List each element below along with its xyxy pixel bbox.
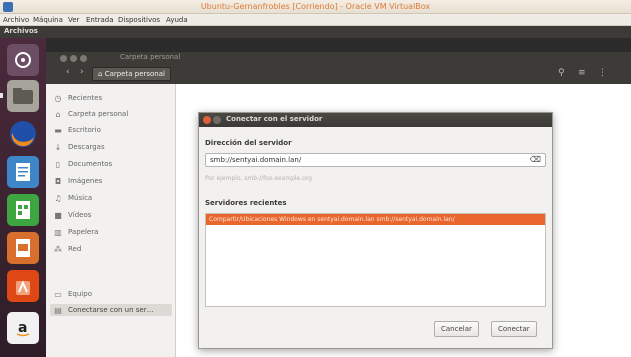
clear-text-icon[interactable]: ⌫ bbox=[530, 154, 541, 166]
sidebar-item-label: Escritorio bbox=[68, 126, 101, 134]
close-icon[interactable] bbox=[203, 116, 211, 124]
network-icon: ⁂ bbox=[54, 244, 62, 254]
sidebar-item-label: Descargas bbox=[68, 143, 105, 151]
download-icon: ↓ bbox=[54, 142, 62, 152]
sidebar-item-descargas[interactable]: ↓ Descargas bbox=[53, 141, 105, 153]
sidebar-item-home[interactable]: ⌂ Carpeta personal bbox=[53, 108, 128, 120]
dash-icon[interactable] bbox=[7, 44, 39, 76]
sidebar-item-videos[interactable]: ■ Vídeos bbox=[53, 209, 91, 221]
firefox-icon[interactable] bbox=[7, 118, 39, 150]
sidebar-item-musica[interactable]: ♫ Música bbox=[53, 192, 92, 204]
sidebar-item-connect-server[interactable]: ▤ Conectarse con un ser… bbox=[50, 304, 172, 316]
cancel-button[interactable]: Cancelar bbox=[434, 321, 479, 337]
dialog-title: Conectar con el servidor bbox=[226, 115, 323, 123]
home-icon: ⌂ bbox=[98, 70, 103, 78]
home-icon: ⌂ bbox=[55, 109, 61, 119]
maximize-window-icon[interactable] bbox=[80, 55, 87, 62]
server-address-value: smb://sentyai.domain.lan/ bbox=[210, 156, 302, 164]
close-window-icon[interactable] bbox=[60, 55, 67, 62]
clock-icon: ◷ bbox=[54, 93, 62, 103]
amazon-icon[interactable]: a bbox=[7, 312, 39, 344]
trash-icon: ▥ bbox=[54, 227, 62, 237]
unity-launcher: a bbox=[0, 38, 46, 357]
menu-ver[interactable]: Ver bbox=[68, 16, 79, 24]
connect-server-dialog: Conectar con el servidor Dirección del s… bbox=[198, 112, 553, 349]
computer-icon: ▭ bbox=[54, 289, 62, 299]
virtualbox-menubar: Archivo Máquina Ver Entrada Dispositivos… bbox=[0, 14, 631, 26]
camera-icon: ◘ bbox=[54, 176, 62, 186]
search-icon[interactable]: ⚲ bbox=[558, 68, 565, 78]
writer-icon[interactable] bbox=[7, 156, 39, 188]
menu-dispositivos[interactable]: Dispositivos bbox=[118, 16, 160, 24]
minimize-window-icon[interactable] bbox=[70, 55, 77, 62]
sidebar-item-label: Conectarse con un ser… bbox=[68, 306, 154, 314]
sidebar-item-label: Vídeos bbox=[68, 211, 92, 219]
menu-entrada[interactable]: Entrada bbox=[86, 16, 114, 24]
menu-maquina[interactable]: Máquina bbox=[33, 16, 63, 24]
places-sidebar: ◷ Recientes ⌂ Carpeta personal ▬ Escritorio… bbox=[46, 84, 176, 357]
sidebar-item-label: Equipo bbox=[68, 290, 92, 298]
forward-arrow-icon[interactable]: › bbox=[80, 67, 84, 77]
sidebar-item-label: Recientes bbox=[68, 94, 103, 102]
sidebar-item-label: Papelera bbox=[68, 228, 99, 236]
back-arrow-icon[interactable]: ‹ bbox=[66, 67, 70, 77]
menu-ayuda[interactable]: Ayuda bbox=[166, 16, 188, 24]
recent-servers-label: Servidores recientes bbox=[205, 199, 287, 207]
video-icon: ■ bbox=[54, 210, 62, 220]
software-center-icon[interactable] bbox=[7, 270, 39, 302]
music-icon: ♫ bbox=[54, 193, 62, 203]
calc-icon[interactable] bbox=[7, 194, 39, 226]
svg-text:a: a bbox=[18, 320, 27, 336]
recent-server-item[interactable]: Compartir/Ubicaciones Windows en sentyai… bbox=[206, 214, 545, 225]
impress-icon[interactable] bbox=[7, 232, 39, 264]
files-icon[interactable] bbox=[7, 80, 39, 112]
sidebar-item-documentos[interactable]: ▯ Documentos bbox=[53, 158, 112, 170]
files-toolbar: ‹ › ⌂ Carpeta personal ⚲ ≡ ⋮ bbox=[46, 64, 631, 84]
files-window-title: Carpeta personal bbox=[120, 53, 181, 61]
server-address-label: Dirección del servidor bbox=[205, 139, 292, 147]
virtualbox-titlebar: Ubuntu-Gernanfrobles [Corriendo] - Oracl… bbox=[0, 0, 631, 14]
recent-servers-list[interactable]: Compartir/Ubicaciones Windows en sentyai… bbox=[205, 213, 546, 307]
sidebar-item-equipo[interactable]: ▭ Equipo bbox=[53, 288, 92, 300]
server-icon: ▤ bbox=[54, 305, 62, 315]
sidebar-item-label: Música bbox=[68, 194, 93, 202]
sidebar-item-recientes[interactable]: ◷ Recientes bbox=[53, 92, 103, 104]
menu-archivo[interactable]: Archivo bbox=[3, 16, 29, 24]
connect-button[interactable]: Conectar bbox=[491, 321, 537, 337]
dialog-titlebar: Conectar con el servidor bbox=[199, 113, 552, 127]
sidebar-item-label: Documentos bbox=[68, 160, 113, 168]
sidebar-item-papelera[interactable]: ▥ Papelera bbox=[53, 226, 98, 238]
sidebar-item-label: Red bbox=[68, 245, 82, 253]
view-grid-icon[interactable]: ⋮ bbox=[598, 68, 607, 78]
address-hint: Por ejemplo, smb://foo.example.org bbox=[205, 175, 312, 182]
active-indicator bbox=[0, 93, 3, 98]
path-label: Carpeta personal bbox=[104, 70, 165, 78]
app-name: Archivos bbox=[4, 27, 38, 35]
sidebar-item-imagenes[interactable]: ◘ Imágenes bbox=[53, 175, 103, 187]
sidebar-item-escritorio[interactable]: ▬ Escritorio bbox=[53, 124, 101, 136]
server-address-input[interactable]: smb://sentyai.domain.lan/ ⌫ bbox=[205, 153, 546, 167]
desktop-icon: ▬ bbox=[54, 125, 62, 135]
view-list-icon[interactable]: ≡ bbox=[578, 68, 586, 78]
ubuntu-top-panel: Archivos bbox=[0, 26, 631, 38]
minimize-icon[interactable] bbox=[213, 116, 221, 124]
virtualbox-window-title: Ubuntu-Gernanfrobles [Corriendo] - Oracl… bbox=[200, 2, 431, 11]
path-bar-home[interactable]: ⌂ Carpeta personal bbox=[92, 67, 171, 81]
sidebar-item-label: Imágenes bbox=[68, 177, 103, 185]
sidebar-item-red[interactable]: ⁂ Red bbox=[53, 243, 81, 255]
files-window-header: Carpeta personal bbox=[46, 52, 631, 64]
document-icon: ▯ bbox=[55, 159, 61, 169]
sidebar-item-label: Carpeta personal bbox=[68, 110, 129, 118]
